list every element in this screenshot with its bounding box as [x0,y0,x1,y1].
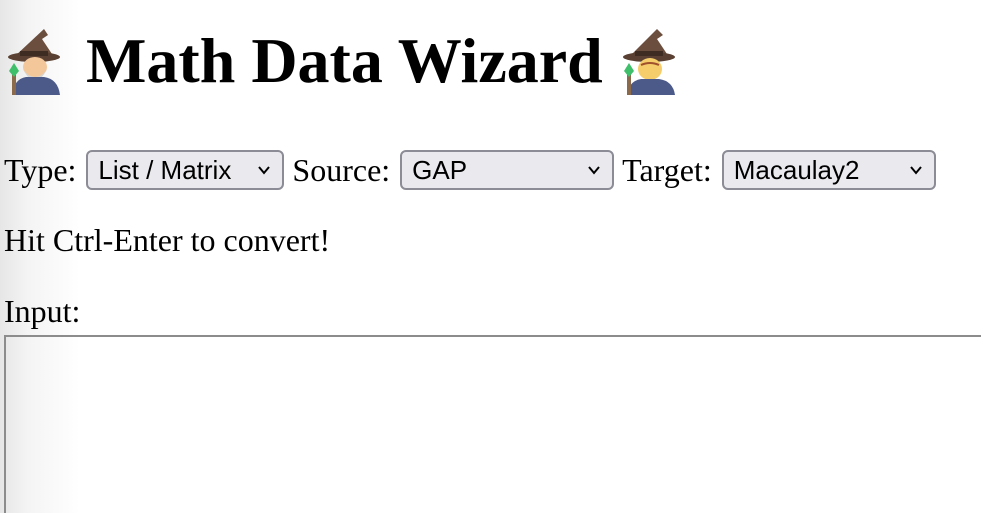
type-select[interactable]: List / Matrix [86,150,285,190]
conversion-controls: Type: List / Matrix Source: GAP Target: … [4,148,936,192]
input-label: Input: [4,293,81,329]
type-label: Type: [4,151,77,188]
page: Math Data Wizard Type: List / Matrix Sou… [0,0,981,513]
target-select[interactable]: Macaulay2 [721,150,936,190]
type-select-value: List / Matrix [98,154,232,185]
chevron-down-icon [908,162,924,178]
convert-hint: Hit Ctrl-Enter to convert! [4,222,331,258]
target-label: Target: [622,151,712,188]
title-text: Math Data Wizard [86,25,603,96]
page-title: Math Data Wizard [4,22,681,100]
chevron-down-icon [256,162,272,178]
source-select-value: GAP [412,154,468,185]
wizard-emoji-icon [619,27,681,95]
source-select[interactable]: GAP [400,150,615,190]
target-select-value: Macaulay2 [733,154,860,185]
chevron-down-icon [586,162,602,178]
wizard-emoji-icon [4,27,66,95]
source-label: Source: [292,151,391,188]
input-textarea[interactable] [4,335,981,513]
